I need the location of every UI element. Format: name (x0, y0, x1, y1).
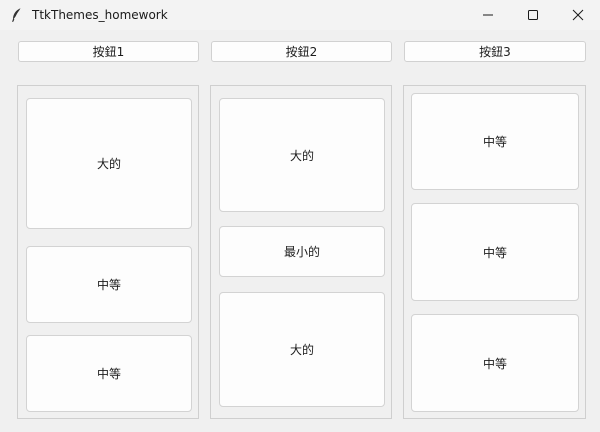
panel-2-card-large-2[interactable]: 大的 (219, 292, 385, 407)
panel-3-card-medium-3[interactable]: 中等 (411, 314, 579, 412)
minimize-icon (483, 14, 493, 16)
minimize-button[interactable] (465, 0, 511, 30)
panel-2-card-large-1[interactable]: 大的 (219, 98, 385, 212)
button-3[interactable]: 按鈕3 (404, 41, 586, 62)
panel-3-card-medium-2[interactable]: 中等 (411, 203, 579, 301)
maximize-icon (528, 10, 538, 20)
title-bar: TtkThemes_homework (0, 0, 600, 30)
feather-icon (10, 7, 24, 23)
maximize-button[interactable] (510, 0, 556, 30)
close-button[interactable] (555, 0, 600, 30)
panel-2: 大的 最小的 大的 (210, 85, 392, 419)
window-title: TtkThemes_homework (32, 8, 168, 22)
panel-3: 中等 中等 中等 (403, 85, 586, 419)
panel-3-card-medium-1[interactable]: 中等 (411, 93, 579, 190)
close-icon (572, 9, 584, 21)
button-2[interactable]: 按鈕2 (211, 41, 392, 62)
panel-1-card-medium-1[interactable]: 中等 (26, 246, 192, 323)
app-window: TtkThemes_homework 按鈕1 按鈕2 按鈕3 大的 中等 中等 … (0, 0, 600, 432)
panel-1: 大的 中等 中等 (17, 85, 199, 419)
panel-1-card-large[interactable]: 大的 (26, 98, 192, 229)
button-1[interactable]: 按鈕1 (18, 41, 199, 62)
panel-1-card-medium-2[interactable]: 中等 (26, 335, 192, 412)
panel-2-card-smallest[interactable]: 最小的 (219, 226, 385, 277)
